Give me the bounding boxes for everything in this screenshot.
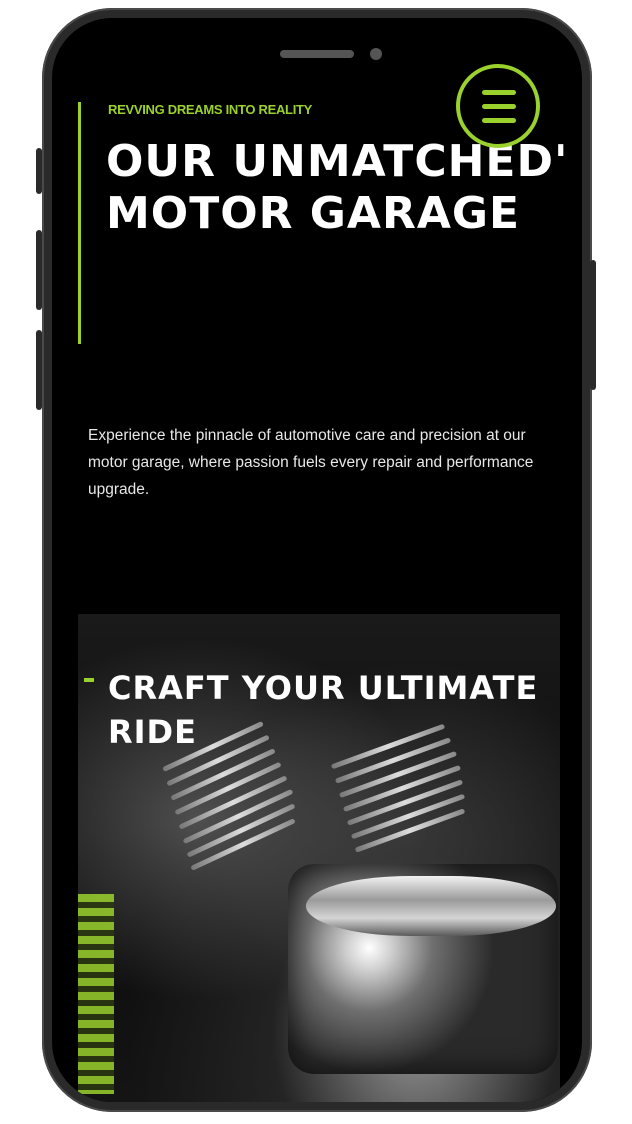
hero-intro-text: Experience the pinnacle of automotive ca… [88,427,534,498]
green-paint-accent [78,894,114,1094]
hero-tagline: REVVING DREAMS INTO REALITY [108,102,313,117]
section-title: CRAFT YOUR ULTIMATE RIDE [108,669,539,751]
hamburger-menu-icon [482,104,516,109]
phone-screen: REVVING DREAMS INTO REALITY OUR UNMATCHE… [52,18,582,1102]
engine-hero-image: CRAFT YOUR ULTIMATE RIDE [78,614,560,1102]
section-title-accent [84,678,94,682]
phone-side-button [36,148,42,194]
hamburger-menu-icon [482,90,516,95]
menu-button[interactable] [456,64,540,148]
phone-power-button [590,260,596,390]
speaker-grille [280,50,354,58]
hero-headline: OUR UNMATCHED' MOTOR GARAGE [106,136,569,239]
phone-volume-up-button [36,230,42,310]
chrome-air-cleaner [306,876,556,936]
hamburger-menu-icon [482,118,516,123]
front-camera [370,48,382,60]
phone-volume-down-button [36,330,42,410]
headline-accent-line [78,102,81,344]
